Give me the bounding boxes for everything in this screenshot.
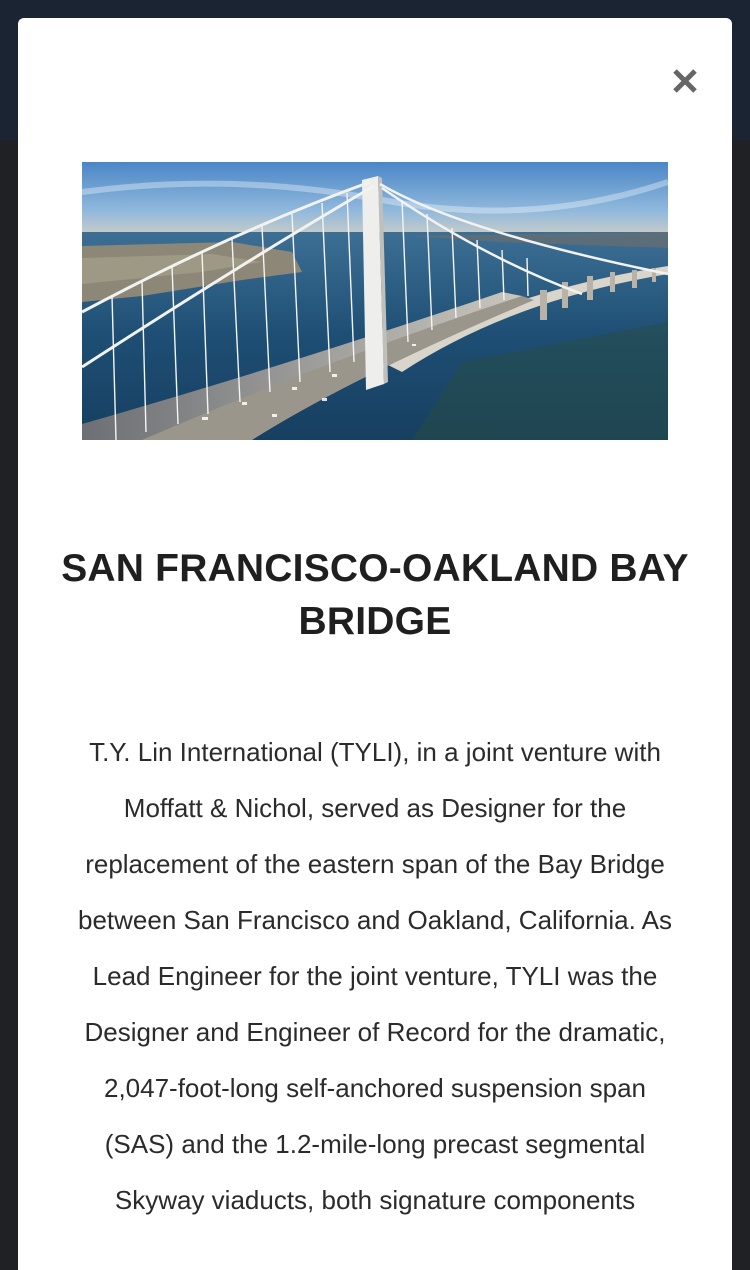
project-description: T.Y. Lin International (TYLI), in a join…	[77, 737, 672, 1215]
project-modal: SAN FRANCISCO-OAKLAND BAY BRIDGE T.Y. Li…	[18, 18, 732, 1270]
bridge-photo	[82, 162, 668, 440]
project-title: SAN FRANCISCO-OAKLAND BAY BRIDGE	[61, 547, 689, 643]
close-button[interactable]	[666, 62, 704, 100]
close-icon[interactable]	[666, 62, 704, 100]
